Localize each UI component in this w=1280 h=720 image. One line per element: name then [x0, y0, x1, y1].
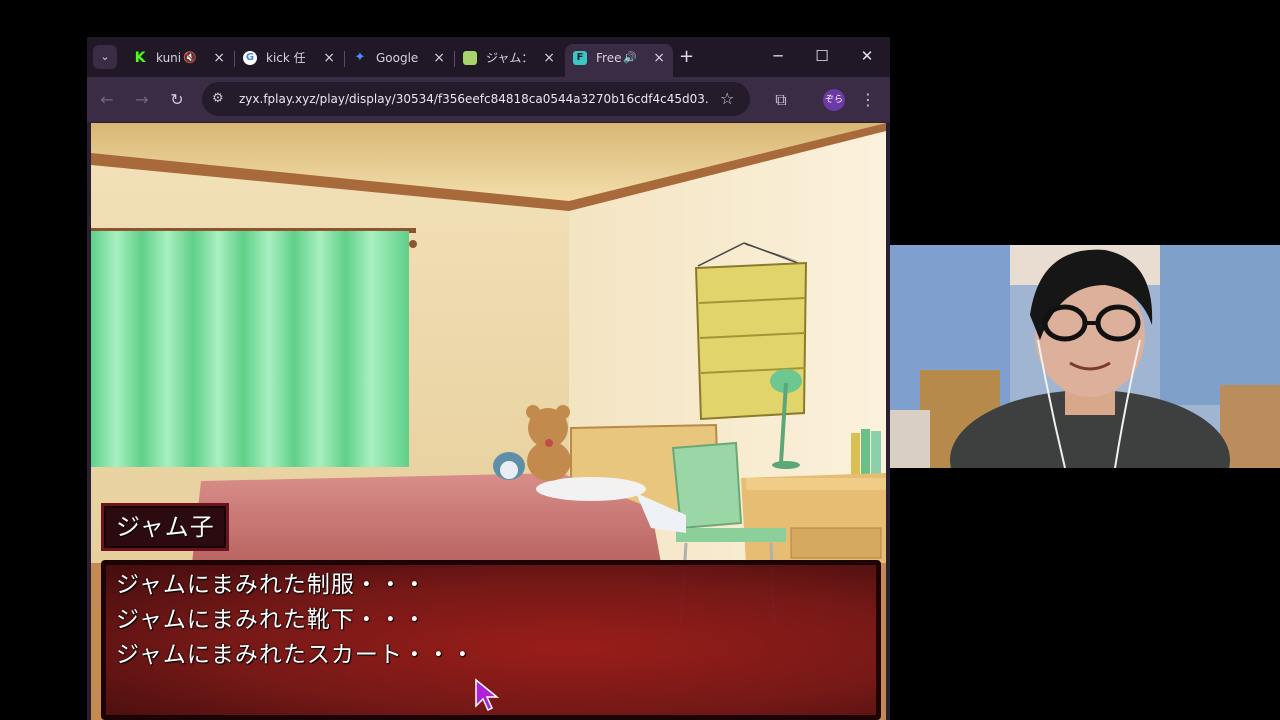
address-bar[interactable]: ⚙ zyx.fplay.xyz/play/display/30534/f356e… — [202, 82, 750, 116]
muted-icon[interactable]: 🔇 — [183, 44, 197, 72]
back-icon[interactable]: ← — [96, 89, 118, 111]
tab-kuni[interactable]: K kuni 🔇 × — [125, 44, 233, 72]
gemini-icon: ✦ — [354, 50, 366, 65]
streamer-webcam-icon — [890, 245, 1280, 468]
browser-toolbar: ← → ↻ ⚙ zyx.fplay.xyz/play/display/30534… — [87, 77, 890, 122]
tab-jam[interactable]: ジャム： × — [455, 44, 563, 72]
site-info-icon[interactable]: ⚙ — [212, 91, 224, 107]
f-icon: F — [573, 51, 587, 65]
close-icon[interactable]: × — [213, 44, 225, 72]
close-icon[interactable]: × — [433, 44, 445, 72]
kick-icon: K — [134, 50, 146, 66]
new-tab-button[interactable]: + — [679, 46, 694, 68]
tab-strip: ⌄ K kuni 🔇 × G kick 任 × ✦ Google × ジャム： … — [87, 37, 890, 77]
forward-icon[interactable]: → — [131, 89, 153, 111]
maximize-button[interactable]: ☐ — [810, 45, 834, 67]
tab-title: kick 任 — [266, 51, 306, 65]
close-icon[interactable]: × — [653, 44, 665, 72]
webcam-overlay — [890, 245, 1280, 468]
url-text[interactable]: zyx.fplay.xyz/play/display/30534/f356eef… — [239, 82, 709, 116]
reload-icon[interactable]: ↻ — [166, 89, 188, 111]
google-icon: G — [243, 51, 257, 65]
browser-window: ⌄ K kuni 🔇 × G kick 任 × ✦ Google × ジャム： … — [87, 37, 890, 720]
audio-icon[interactable]: 🔊 — [623, 44, 637, 72]
dialogue-line-2: ジャムにまみれた靴下・・・ — [116, 607, 427, 633]
close-window-button[interactable]: ✕ — [855, 45, 879, 67]
tab-title: ジャム： — [486, 51, 532, 65]
bookmark-star-icon[interactable]: ☆ — [720, 82, 734, 116]
dialogue-line-3: ジャムにまみれたスカート・・・ — [116, 642, 475, 668]
tab-title: Google — [376, 51, 419, 65]
image-icon — [463, 51, 477, 65]
extensions-icon[interactable]: ⧉ — [770, 89, 792, 111]
tab-free-active[interactable]: F Free 🔊 × — [565, 44, 673, 77]
close-icon[interactable]: × — [543, 44, 555, 72]
close-icon[interactable]: × — [323, 44, 335, 72]
menu-icon[interactable]: ⋮ — [857, 89, 879, 111]
dialogue-line-1: ジャムにまみれた制服・・・ — [116, 572, 427, 598]
avatar[interactable]: ぞら — [823, 89, 845, 111]
minimize-button[interactable]: ─ — [766, 45, 790, 67]
game-viewport[interactable]: ジャム子 ジャムにまみれた制服・・・ ジャムにまみれた靴下・・・ ジャムにまみれ… — [91, 123, 886, 720]
speaker-name-box: ジャム子 — [101, 503, 229, 551]
tab-google[interactable]: ✦ Google × — [345, 44, 453, 72]
tab-search-button[interactable]: ⌄ — [93, 45, 117, 69]
tab-kick[interactable]: G kick 任 × — [235, 44, 343, 72]
mouse-cursor-icon — [475, 678, 500, 712]
speaker-name: ジャム子 — [116, 513, 215, 541]
